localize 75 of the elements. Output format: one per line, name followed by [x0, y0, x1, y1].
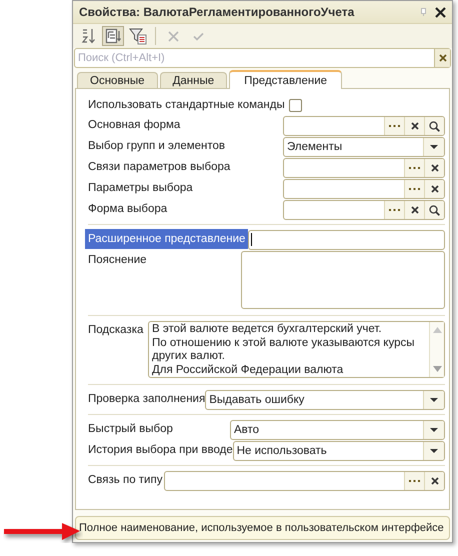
clear-icon — [410, 122, 418, 130]
dropdown-button[interactable] — [423, 391, 444, 409]
clear-icon — [438, 54, 446, 62]
select-button[interactable] — [404, 180, 424, 198]
dropdown[interactable]: Авто — [230, 420, 445, 440]
dropdown-button[interactable] — [423, 138, 444, 156]
field-label: Использовать стандартные команды — [88, 98, 285, 113]
search-icon — [429, 204, 440, 216]
field-label: Форма выбора — [88, 202, 168, 217]
field-label: Связь по типу — [88, 473, 164, 488]
scroll-down-icon — [432, 366, 442, 372]
select-button[interactable] — [404, 472, 424, 490]
field-label: Пояснение — [88, 253, 148, 268]
tab[interactable]: Основные — [77, 72, 158, 88]
toolbar-button[interactable] — [102, 26, 124, 46]
tab[interactable]: Данные — [160, 72, 228, 88]
ellipsis-icon — [409, 166, 420, 170]
check-icon — [192, 32, 204, 40]
input-field[interactable] — [283, 179, 445, 199]
clear-button[interactable] — [424, 472, 444, 490]
clear-button[interactable] — [424, 159, 444, 177]
clear-button[interactable] — [434, 49, 450, 67]
field-label: Связи параметров выбора — [88, 160, 232, 175]
input-field[interactable] — [283, 200, 445, 220]
select-button[interactable] — [384, 201, 404, 219]
filter-icon — [129, 27, 147, 45]
window-title: Свойства: ВалютаРегламентированногоУчета — [79, 5, 356, 19]
clear-icon — [430, 164, 438, 172]
clear-button[interactable] — [404, 201, 424, 219]
dropdown[interactable]: Элементы — [283, 137, 445, 157]
close-icon[interactable] — [435, 6, 446, 18]
scroll-up-icon — [432, 327, 442, 333]
input-field[interactable] — [283, 158, 445, 178]
dropdown-button[interactable] — [423, 442, 444, 460]
clear-icon — [410, 206, 418, 214]
field-label: Основная форма — [88, 118, 182, 133]
ellipsis-icon — [389, 124, 400, 128]
sort-icon — [81, 28, 95, 44]
description-text: Полное наименование, используемое в пользовательском интерфейсе — [75, 516, 450, 540]
scrollbar[interactable] — [429, 322, 444, 377]
field-label: Подсказка — [88, 323, 144, 338]
select-button[interactable] — [384, 117, 404, 135]
ellipsis-icon — [409, 480, 420, 482]
delete-icon — [168, 30, 178, 42]
input-field[interactable] — [283, 116, 445, 136]
clear-icon — [430, 185, 438, 193]
caret-icon — [430, 398, 438, 402]
caret-icon — [430, 449, 438, 453]
caret-icon — [430, 145, 438, 149]
dropdown-button[interactable] — [423, 421, 444, 439]
dropdown[interactable]: Выдавать ошибку — [205, 390, 445, 410]
dropdown[interactable]: Не использовать — [232, 441, 445, 461]
field-label: Быстрый выбор — [88, 422, 174, 437]
field-label: Параметры выбора — [88, 181, 194, 196]
field-label: История выбора при вводе — [88, 443, 233, 458]
field-label: Проверка заполнения — [88, 392, 206, 407]
search-button[interactable] — [424, 117, 444, 135]
clear-icon — [430, 477, 438, 485]
clear-button[interactable] — [404, 117, 424, 135]
input-field[interactable] — [164, 471, 445, 491]
clear-button[interactable] — [424, 180, 444, 198]
tree-list-icon — [105, 28, 121, 44]
toolbar-button[interactable] — [127, 26, 149, 46]
search-button[interactable] — [424, 201, 444, 219]
ellipsis-icon — [409, 188, 420, 190]
tab[interactable]: Представление — [229, 70, 342, 89]
ellipsis-icon — [389, 208, 400, 212]
text-area[interactable]: В этой валюте ведется бухгалтерский учет. По отношению к этой валюте указываются курсы других валют. Для Российской Федерации валюта — [148, 321, 445, 378]
field-label: Расширенное представление — [85, 229, 248, 249]
checkbox[interactable] — [288, 99, 302, 112]
field-label: Выбор групп и элементов — [88, 139, 226, 154]
caret-icon — [430, 428, 438, 432]
search-icon — [429, 120, 440, 132]
select-button[interactable] — [404, 159, 424, 177]
input-field[interactable] — [248, 230, 445, 250]
